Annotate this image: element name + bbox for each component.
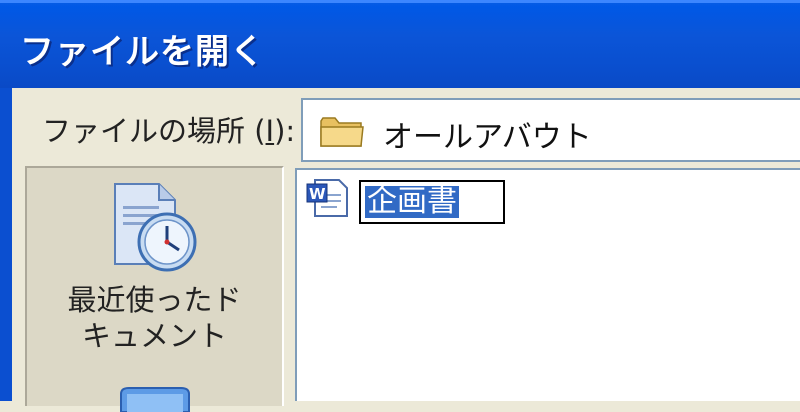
- places-item-label-line2: キュメント: [81, 319, 227, 353]
- places-item-label-line1: 最近使ったド: [67, 283, 242, 317]
- places-item-recent-documents[interactable]: 最近使ったド キュメント: [27, 176, 282, 366]
- rename-textbox[interactable]: 企画書: [359, 180, 505, 224]
- file-item[interactable]: W 企画書: [305, 176, 515, 224]
- window-frame-left: [0, 88, 12, 401]
- look-in-label: ファイルの場所 (I):: [42, 108, 295, 150]
- look-in-accesskey: I: [265, 114, 275, 148]
- svg-text:W: W: [309, 185, 326, 203]
- file-name-selected: 企画書: [365, 184, 459, 219]
- places-bar: 最近使ったド キュメント: [25, 166, 284, 412]
- folder-icon: [320, 117, 364, 147]
- look-in-combobox[interactable]: オールアバウト: [301, 98, 800, 162]
- title-bar-highlight: [0, 0, 800, 3]
- look-in-value: オールアバウト: [383, 120, 592, 155]
- title-bar[interactable]: ファイルを開く: [0, 0, 800, 88]
- file-list[interactable]: W 企画書: [295, 168, 800, 401]
- look-in-label-end: ):: [274, 114, 296, 148]
- window-title: ファイルを開く: [20, 32, 265, 72]
- word-document-icon: W: [306, 179, 348, 217]
- desktop-icon[interactable]: [107, 382, 203, 412]
- recent-documents-icon: [114, 183, 197, 272]
- look-in-label-text: ファイルの場所 (: [42, 114, 266, 148]
